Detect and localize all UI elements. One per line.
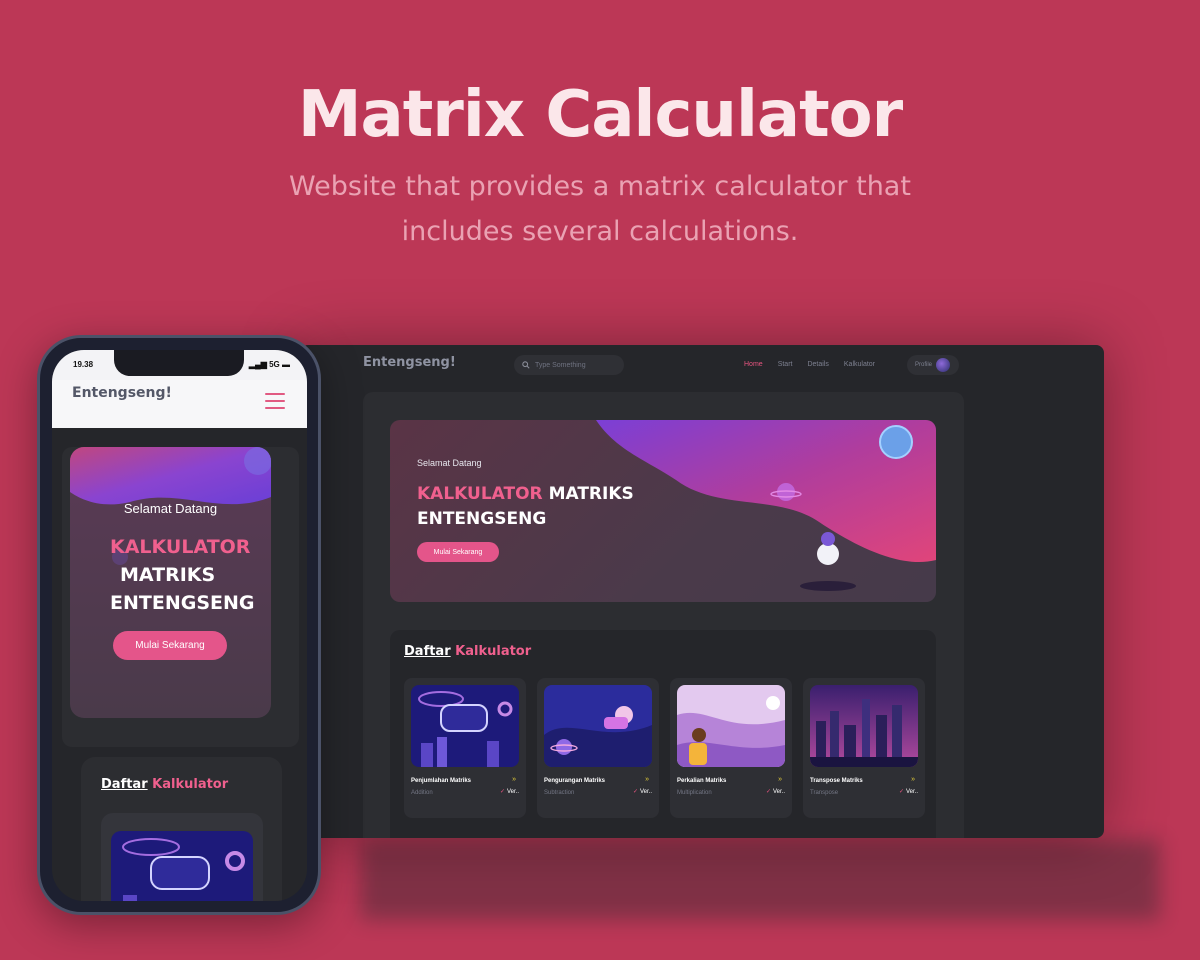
space-illustration (596, 420, 936, 591)
search-icon (522, 361, 530, 369)
card-image-floating (544, 685, 652, 767)
card-badge: ✓ Ver.. (500, 788, 519, 795)
nav-details[interactable]: Details (807, 361, 828, 368)
card-name: Perkalian Matriks (677, 778, 727, 784)
banner-title-highlight: KALKULATOR (417, 484, 543, 504)
card-badge: ✓ Ver.. (899, 788, 918, 795)
banner-title-word: MATRIKS (548, 484, 634, 504)
mobile-logo[interactable]: Entengseng! (72, 385, 172, 401)
mobile-banner-greeting: Selamat Datang (123, 501, 218, 516)
check-icon: ✓ (632, 789, 638, 795)
card-category: Multiplication (677, 790, 712, 796)
banner-title: KALKULATOR MATRIKS ENTENGSENG (417, 482, 634, 532)
phone-notch (114, 350, 244, 376)
status-network-label: 5G (269, 360, 280, 369)
card-badge-text: Ver.. (905, 789, 918, 795)
hero-subtitle: Website that provides a matrix calculato… (289, 171, 911, 247)
card-row: Penjumlahan Matriks Addition » ✓ Ver.. P… (404, 678, 925, 818)
card-badge-text: Ver.. (506, 789, 519, 795)
calculator-card-multiplication[interactable]: Perkalian Matriks Multiplication » ✓ Ver.… (670, 678, 792, 818)
nav-home[interactable]: Home (744, 361, 763, 368)
profile-button[interactable]: Profile (907, 355, 959, 375)
mobile-list-title-word: Daftar (101, 777, 148, 792)
hero-banner: Selamat Datang KALKULATOR MATRIKS ENTENG… (390, 420, 936, 602)
card-category: Transpose (810, 790, 839, 796)
card-badge: ✓ Ver.. (766, 788, 785, 795)
mobile-card-image-vr (111, 831, 253, 901)
mockup-reflection (360, 840, 1160, 920)
mobile-hero-banner: Selamat Datang KALKULATOR MATRIKS ENTENG… (70, 447, 271, 718)
card-name: Pengurangan Matriks (544, 778, 606, 784)
calculator-card-subtraction[interactable]: Pengurangan Matriks Subtraction » ✓ Ver.. (537, 678, 659, 818)
status-network: ▂▄▆ 5G ▬ (248, 360, 290, 369)
card-name: Transpose Matriks (810, 778, 863, 784)
card-badge: ✓ Ver.. (633, 788, 652, 795)
main-nav: Home Start Details Kalkulator (744, 361, 875, 368)
avatar (936, 358, 951, 372)
start-button[interactable]: Mulai Sekarang (417, 542, 499, 562)
calculator-list: Daftar Kalkulator Penjumlahan Matriks Ad… (390, 630, 936, 838)
card-category: Addition (411, 790, 433, 796)
chevrons-right-icon: » (911, 776, 915, 783)
check-icon: ✓ (898, 789, 904, 795)
desktop-mockup: Entengseng! Type Something Home Start De… (300, 345, 1104, 838)
chevrons-right-icon: » (645, 776, 649, 783)
site-logo[interactable]: Entengseng! (363, 355, 456, 370)
phone-mockup: 19.38 ▂▄▆ 5G ▬ Entengseng! Selamat Datan (37, 335, 321, 915)
search-input[interactable]: Type Something (514, 355, 624, 375)
card-image-city (810, 685, 918, 767)
calculator-card-addition[interactable]: Penjumlahan Matriks Addition » ✓ Ver.. (404, 678, 526, 818)
mobile-banner-title: KALKULATOR MATRIKS ENTENGSENG (110, 533, 254, 617)
list-title-word: Daftar (404, 644, 451, 659)
mobile-start-button[interactable]: Mulai Sekarang (113, 631, 227, 660)
mobile-calculator-list: Daftar Kalkulator (81, 757, 282, 901)
card-category: Subtraction (544, 790, 575, 796)
card-badge-text: Ver.. (639, 789, 652, 795)
nav-kalkulator[interactable]: Kalkulator (844, 361, 875, 368)
banner-greeting: Selamat Datang (417, 458, 482, 468)
card-image-astronaut (677, 685, 785, 767)
hamburger-icon[interactable] (265, 393, 285, 414)
search-placeholder: Type Something (535, 361, 586, 369)
check-icon: ✓ (499, 789, 505, 795)
list-title: Daftar Kalkulator (404, 644, 531, 659)
hero-title: Matrix Calculator (297, 78, 903, 152)
mobile-banner-title-word: MATRIKS (120, 564, 216, 586)
banner-title-line2: ENTENGSENG (417, 509, 547, 529)
chevrons-right-icon: » (512, 776, 516, 783)
check-icon: ✓ (765, 789, 771, 795)
phone-screen: 19.38 ▂▄▆ 5G ▬ Entengseng! Selamat Datan (52, 350, 307, 901)
nav-start[interactable]: Start (778, 361, 793, 368)
chevrons-right-icon: » (778, 776, 782, 783)
card-image-vr (411, 685, 519, 767)
card-badge-text: Ver.. (772, 789, 785, 795)
mobile-calculator-card[interactable] (101, 813, 263, 901)
list-title-highlight: Kalkulator (455, 644, 532, 659)
mobile-banner-title-line3: ENTENGSENG (110, 592, 255, 614)
mobile-list-title-highlight: Kalkulator (152, 777, 229, 792)
content-panel: Selamat Datang KALKULATOR MATRIKS ENTENG… (363, 392, 964, 838)
profile-label: Profile (915, 362, 933, 368)
card-name: Penjumlahan Matriks (411, 778, 472, 784)
calculator-card-transpose[interactable]: Transpose Matriks Transpose » ✓ Ver.. (803, 678, 925, 818)
mobile-list-title: Daftar Kalkulator (101, 777, 228, 792)
mobile-banner-title-highlight: KALKULATOR (110, 536, 251, 558)
status-time: 19.38 (73, 360, 94, 369)
